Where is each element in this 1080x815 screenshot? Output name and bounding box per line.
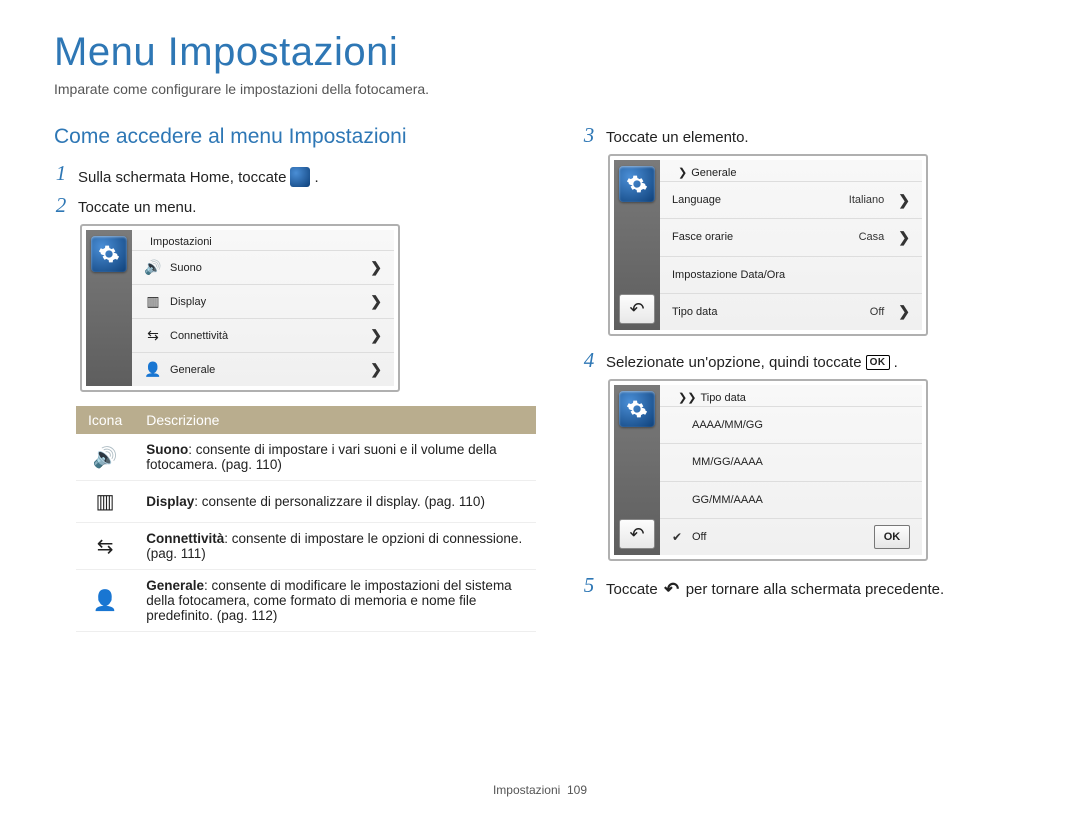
camera-title: ❯❯ Tipo data [660,385,922,406]
menu-item-suono[interactable]: 🔊 Suono ❯ [132,250,394,284]
chevron-double-right-icon: ❯❯ [678,391,696,404]
chevron-right-icon: ❯ [678,166,687,179]
table-row: ▥ Display: consente di personalizzare il… [76,481,536,523]
date-option[interactable]: MM/GG/AAAA [660,443,922,480]
table-header-desc: Descrizione [134,406,536,434]
step-number: 1 [54,163,68,184]
table-row: 👤 Generale: consente di modificare le im… [76,570,536,632]
date-option[interactable]: GG/MM/AAAA [660,481,922,518]
option-tipo-data[interactable]: Tipo data Off ❯ [660,293,922,330]
page-title: Menu Impostazioni [54,30,1026,75]
back-button[interactable]: ↶ [619,519,655,549]
option-language[interactable]: Language Italiano ❯ [660,181,922,218]
menu-item-display[interactable]: ▥ Display ❯ [132,284,394,318]
option-data-ora[interactable]: Impostazione Data/Ora [660,256,922,293]
camera-screen-impostazioni: Impostazioni 🔊 Suono ❯ ▥ Display ❯ ⇆ [80,224,400,392]
user-icon: 👤 [144,361,162,378]
description-table: Icona Descrizione 🔊 Suono: consente di i… [76,406,536,632]
table-header-icon: Icona [76,406,134,434]
page-subtitle: Imparate come configurare le impostazion… [54,81,1026,97]
gear-icon[interactable] [619,391,655,427]
gear-icon[interactable] [619,166,655,202]
section-heading: Come accedere al menu Impostazioni [54,125,536,149]
step-number: 2 [54,195,68,216]
gear-icon [290,167,310,187]
step-5: 5 Toccate ↶ per tornare alla schermata p… [582,575,1026,599]
camera-screen-generale: ↶ ❯ Generale Language Italiano ❯ [608,154,928,336]
step-number: 5 [582,575,596,596]
gear-icon[interactable] [91,236,127,272]
table-row: ⇆ Connettività: consente di impostare le… [76,523,536,570]
step-4: 4 Selezionate un'opzione, quindi toccate… [582,350,1026,371]
page-footer: Impostazioni 109 [0,783,1080,797]
check-icon: ✔ [672,530,686,544]
back-button[interactable]: ↶ [619,294,655,324]
sound-icon: 🔊 [144,259,162,276]
step-3: 3 Toccate un elemento. [582,125,1026,146]
camera-title: Impostazioni [132,230,394,250]
ok-icon: OK [866,355,890,370]
step-number: 3 [582,125,596,146]
connect-icon: ⇆ [76,523,134,570]
menu-item-generale[interactable]: 👤 Generale ❯ [132,352,394,386]
sound-icon: 🔊 [76,434,134,481]
date-option[interactable]: ✔ Off OK [660,518,922,555]
ok-button[interactable]: OK [874,525,910,549]
menu-item-connettivita[interactable]: ⇆ Connettività ❯ [132,318,394,352]
camera-title: ❯ Generale [660,160,922,181]
step-2: 2 Toccate un menu. [54,195,536,216]
connect-icon: ⇆ [144,327,162,344]
date-option[interactable]: AAAA/MM/GG [660,406,922,443]
table-row: 🔊 Suono: consente di impostare i vari su… [76,434,536,481]
step-number: 4 [582,350,596,371]
display-icon: ▥ [76,481,134,523]
camera-screen-tipo-data: ↶ ❯❯ Tipo data AAAA/MM/GG M [608,379,928,561]
display-icon: ▥ [144,293,162,310]
user-icon: 👤 [76,570,134,632]
step-1: 1 Sulla schermata Home, toccate . [54,163,536,187]
option-fasce-orarie[interactable]: Fasce orarie Casa ❯ [660,218,922,255]
back-icon: ↶ [662,579,682,599]
